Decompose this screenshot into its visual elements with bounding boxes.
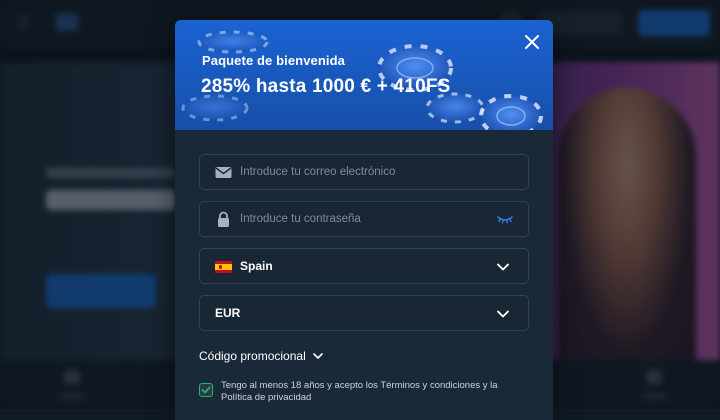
poker-chips-decoration	[181, 30, 543, 130]
lock-icon	[218, 211, 229, 227]
currency-select-value: EUR	[215, 306, 241, 320]
spain-flag-icon	[215, 261, 232, 273]
close-icon	[525, 35, 539, 49]
country-select[interactable]: Spain	[199, 248, 529, 284]
email-field[interactable]	[199, 154, 529, 190]
eye-closed-icon[interactable]	[496, 212, 514, 226]
promo-code-label: Código promocional	[199, 349, 306, 363]
currency-select[interactable]: EUR	[199, 295, 529, 331]
close-button[interactable]	[522, 32, 542, 52]
welcome-package-header: Paquete de bienvenida 285% hasta 1000 € …	[175, 20, 553, 130]
chevron-down-icon	[497, 263, 509, 271]
welcome-package-subtitle: Paquete de bienvenida	[202, 53, 345, 68]
welcome-bonus-title: 285% hasta 1000 € + 410FS	[201, 76, 451, 97]
chevron-down-icon	[497, 310, 509, 318]
checkmark-icon	[201, 386, 211, 394]
registration-modal: Paquete de bienvenida 285% hasta 1000 € …	[175, 20, 553, 420]
envelope-icon	[215, 167, 232, 178]
terms-consent-checkbox[interactable]	[199, 383, 213, 397]
password-field[interactable]	[199, 201, 529, 237]
promo-code-toggle[interactable]: Código promocional	[199, 349, 324, 363]
password-input[interactable]	[240, 202, 480, 236]
country-select-value: Spain	[240, 259, 273, 273]
terms-consent-text: Tengo al menos 18 años y acepto los Térm…	[221, 380, 498, 403]
email-input[interactable]	[240, 155, 480, 189]
chevron-down-icon	[312, 353, 323, 359]
